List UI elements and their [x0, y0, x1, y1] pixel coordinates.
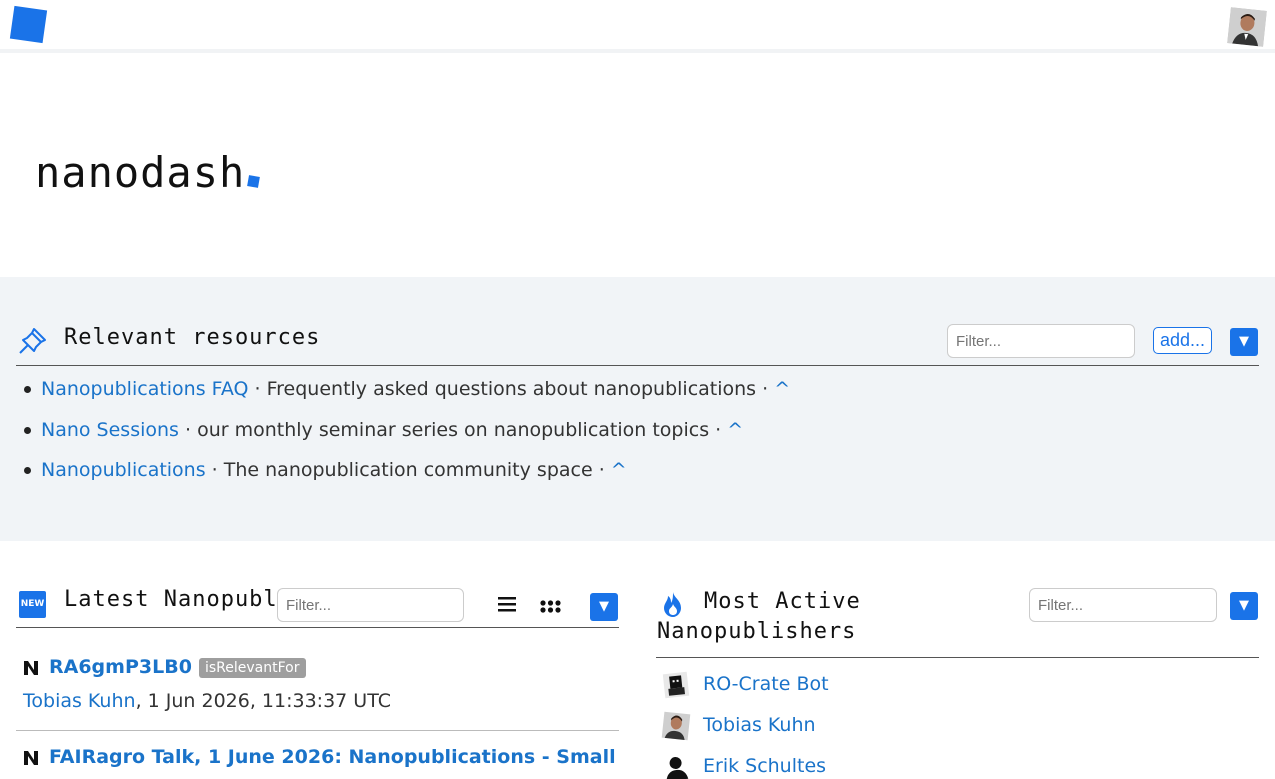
bullet-icon — [24, 467, 31, 474]
nanopub-logo-icon — [23, 750, 39, 766]
add-resource-button[interactable]: add... — [1153, 327, 1213, 354]
publisher-link[interactable]: Erik Schultes — [703, 755, 826, 777]
user-avatar-icon[interactable] — [1227, 7, 1267, 47]
resources-filter-input[interactable] — [947, 324, 1135, 358]
resource-description: · Frequently asked questions about nanop… — [248, 378, 775, 400]
publisher-link[interactable]: RO-Crate Bot — [703, 673, 829, 695]
pin-icon — [17, 325, 49, 355]
resource-list: Nanopublications FAQ · Frequently asked … — [24, 376, 790, 498]
resource-link[interactable]: Nano Sessions — [41, 419, 179, 441]
app-name: nanodash — [35, 148, 246, 197]
most-active-title-line1: Most Active — [704, 589, 861, 614]
nanodash-logo-icon[interactable] — [9, 5, 48, 44]
nanopub-date: , 1 Jun 2026, 11:33:37 UTC — [135, 690, 391, 712]
list-item: Nano Sessions · our monthly seminar seri… — [24, 417, 790, 443]
resource-up-link[interactable]: ^ — [611, 459, 627, 481]
list-item: Nanopublications · The nanopublication c… — [24, 457, 790, 483]
nanopub-logo-icon — [23, 660, 39, 676]
most-active-title-line2: Nanopublishers — [657, 619, 857, 644]
bot-avatar-icon — [661, 670, 691, 700]
resource-description: · The nanopublication community space · — [205, 459, 611, 481]
section-divider — [16, 627, 619, 628]
resource-link[interactable]: Nanopublications FAQ — [41, 378, 248, 400]
section-divider — [656, 657, 1259, 658]
app-wordmark: nanodash — [35, 148, 261, 197]
user-silhouette-icon — [661, 752, 691, 779]
item-divider — [16, 730, 619, 731]
resource-up-link[interactable]: ^ — [774, 378, 790, 400]
publishers-filter-input[interactable] — [1029, 588, 1217, 622]
latest-nanopubs-filter-input[interactable] — [277, 588, 464, 622]
section-divider — [16, 365, 1259, 366]
latest-nanopubs-title: Latest Nanopublications — [64, 587, 278, 612]
latest-nanopubs-menu-button[interactable]: ▼ — [590, 593, 618, 621]
resource-up-link[interactable]: ^ — [727, 419, 743, 441]
flame-icon — [659, 590, 687, 618]
list-view-icon[interactable] — [498, 596, 516, 612]
user-photo-icon — [661, 711, 691, 741]
bullet-icon — [24, 386, 31, 393]
publishers-menu-button[interactable]: ▼ — [1230, 592, 1258, 620]
nanopub-meta: Tobias Kuhn, 1 Jun 2026, 11:33:37 UTC — [23, 690, 391, 712]
resource-link[interactable]: Nanopublications — [41, 459, 206, 481]
nanopub-title-link[interactable]: FAIRagro Talk, 1 June 2026: Nanopublicat… — [49, 746, 616, 768]
nanopub-author-link[interactable]: Tobias Kuhn — [23, 690, 136, 712]
relevant-resources-title: Relevant resources — [64, 325, 321, 350]
resources-menu-button[interactable]: ▼ — [1230, 328, 1258, 356]
top-bar — [0, 0, 1275, 53]
wordmark-dot-icon — [247, 175, 261, 188]
new-badge-icon: NEW — [19, 591, 46, 618]
publisher-link[interactable]: Tobias Kuhn — [703, 714, 816, 736]
nanopub-type-tag[interactable]: isRelevantFor — [199, 658, 306, 678]
bullet-icon — [24, 426, 31, 434]
resource-description: · our monthly seminar series on nanopubl… — [178, 418, 728, 441]
grid-view-icon[interactable] — [540, 598, 561, 613]
nanopub-title-link[interactable]: RA6gmP3LB0 — [49, 656, 192, 678]
list-item: Nanopublications FAQ · Frequently asked … — [24, 376, 790, 402]
